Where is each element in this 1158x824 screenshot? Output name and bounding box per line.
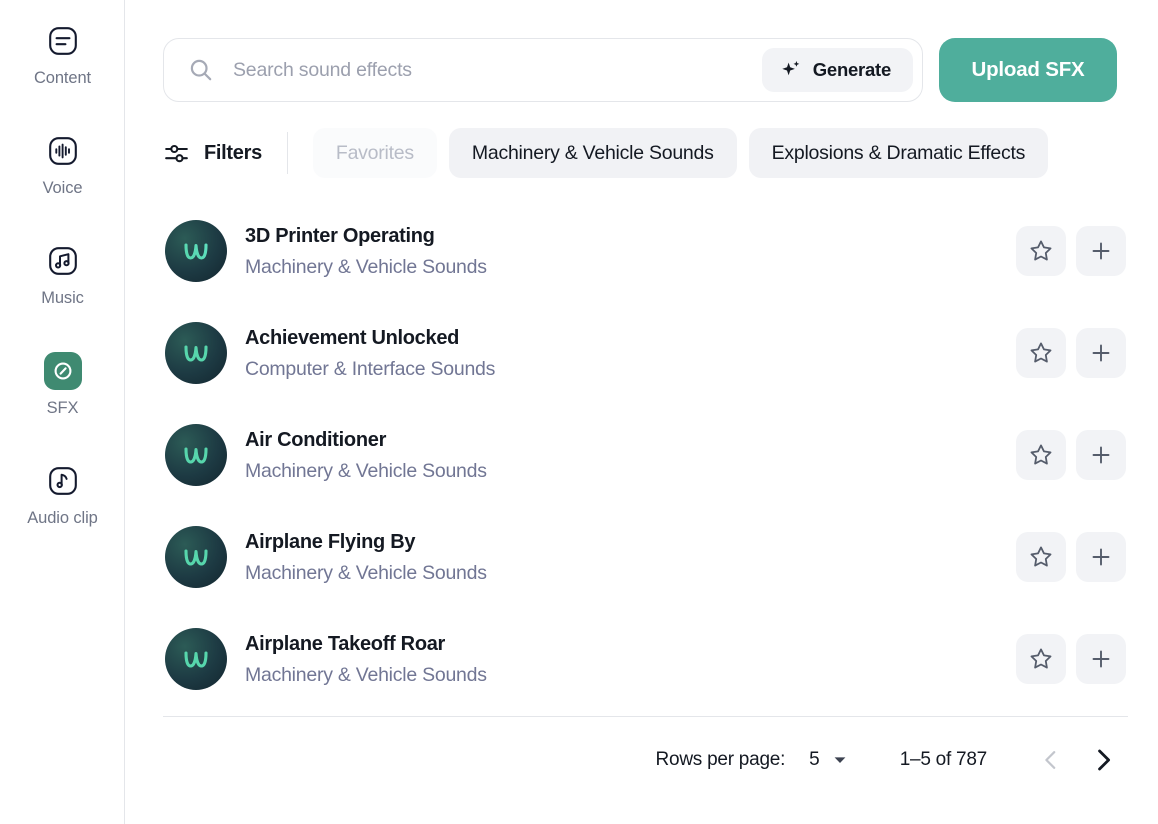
row-category: Machinery & Vehicle Sounds bbox=[245, 459, 487, 482]
generate-button-label: Generate bbox=[812, 59, 891, 80]
music-icon bbox=[44, 242, 82, 280]
search-box[interactable]: Generate bbox=[163, 38, 923, 102]
star-icon bbox=[1028, 238, 1054, 264]
generate-button[interactable]: Generate bbox=[761, 48, 913, 92]
next-page-button[interactable] bbox=[1081, 738, 1125, 782]
filters-button[interactable]: Filters bbox=[163, 126, 287, 180]
row-actions bbox=[1016, 430, 1126, 480]
table-row[interactable]: Air Conditioner Machinery & Vehicle Soun… bbox=[163, 404, 1128, 506]
chevron-left-icon bbox=[1038, 747, 1064, 773]
star-icon bbox=[1028, 340, 1054, 366]
pagination: Rows per page: 5 1–5 of 787 bbox=[163, 717, 1128, 803]
wave-logo-icon bbox=[165, 526, 227, 588]
page-range-label: 1–5 of 787 bbox=[899, 749, 988, 770]
row-actions bbox=[1016, 532, 1126, 582]
tune-icon bbox=[163, 140, 190, 167]
content-icon bbox=[44, 22, 82, 60]
add-button[interactable] bbox=[1076, 634, 1126, 684]
rows-per-page-value: 5 bbox=[809, 749, 820, 770]
row-actions bbox=[1016, 328, 1126, 378]
star-icon bbox=[1028, 544, 1054, 570]
filters-label: Filters bbox=[204, 141, 262, 164]
star-icon bbox=[1028, 442, 1054, 468]
plus-icon bbox=[1088, 442, 1114, 468]
star-icon bbox=[1028, 646, 1054, 672]
row-actions bbox=[1016, 634, 1126, 684]
sidebar-item-label: Audio clip bbox=[27, 509, 98, 527]
wave-logo-icon bbox=[165, 220, 227, 282]
row-title: 3D Printer Operating bbox=[245, 224, 435, 247]
row-title: Air Conditioner bbox=[245, 428, 387, 451]
sidebar-item-voice[interactable]: Voice bbox=[0, 132, 125, 242]
plus-icon bbox=[1088, 646, 1114, 672]
audio-clip-icon bbox=[44, 462, 82, 500]
table-row[interactable]: Airplane Takeoff Roar Machinery & Vehicl… bbox=[163, 608, 1128, 710]
sidebar-item-audio-clip[interactable]: Audio clip bbox=[0, 462, 125, 572]
filters-divider bbox=[286, 132, 288, 174]
chevron-down-icon bbox=[832, 752, 848, 768]
sfx-list: 3D Printer Operating Machinery & Vehicle… bbox=[163, 200, 1128, 710]
sidebar-item-label: Music bbox=[41, 289, 84, 307]
plus-icon bbox=[1088, 340, 1114, 366]
sidebar-item-music[interactable]: Music bbox=[0, 242, 125, 352]
plus-icon bbox=[1088, 544, 1114, 570]
row-title: Airplane Flying By bbox=[245, 530, 416, 553]
filter-chip-explosions-dramatic-effects[interactable]: Explosions & Dramatic Effects bbox=[748, 128, 1049, 178]
add-button[interactable] bbox=[1076, 226, 1126, 276]
sparkle-icon bbox=[780, 59, 802, 81]
main-content: Generate Upload SFX Filters Favorites Ma… bbox=[125, 0, 1158, 824]
sidebar-item-content[interactable]: Content bbox=[0, 22, 125, 132]
filter-chip-machinery-vehicle-sounds[interactable]: Machinery & Vehicle Sounds bbox=[448, 128, 737, 178]
table-row[interactable]: Airplane Flying By Machinery & Vehicle S… bbox=[163, 506, 1128, 608]
sidebar-item-label: Content bbox=[33, 69, 92, 87]
add-button[interactable] bbox=[1076, 328, 1126, 378]
row-category: Machinery & Vehicle Sounds bbox=[245, 561, 487, 584]
add-button[interactable] bbox=[1076, 532, 1126, 582]
chevron-right-icon bbox=[1089, 746, 1117, 774]
upload-sfx-button[interactable]: Upload SFX bbox=[939, 38, 1117, 102]
favorite-button[interactable] bbox=[1016, 634, 1066, 684]
sidebar: Content Voice Music SFX Audio clip bbox=[0, 0, 125, 824]
row-text: Air Conditioner Machinery & Vehicle Soun… bbox=[245, 427, 1016, 484]
row-text: Airplane Takeoff Roar Machinery & Vehicl… bbox=[245, 631, 1016, 688]
table-row[interactable]: Achievement Unlocked Computer & Interfac… bbox=[163, 302, 1128, 404]
favorite-button[interactable] bbox=[1016, 430, 1066, 480]
row-category: Machinery & Vehicle Sounds bbox=[245, 663, 487, 686]
row-title: Airplane Takeoff Roar bbox=[245, 632, 446, 655]
wave-logo-icon bbox=[165, 424, 227, 486]
favorite-button[interactable] bbox=[1016, 226, 1066, 276]
sidebar-item-label: Voice bbox=[42, 179, 83, 197]
favorite-button[interactable] bbox=[1016, 532, 1066, 582]
row-text: Airplane Flying By Machinery & Vehicle S… bbox=[245, 529, 1016, 586]
filter-chip-favorites[interactable]: Favorites bbox=[312, 128, 437, 178]
row-text: 3D Printer Operating Machinery & Vehicle… bbox=[245, 223, 1016, 280]
search-icon bbox=[188, 57, 214, 83]
rows-per-page-select[interactable]: 5 bbox=[809, 749, 848, 771]
sidebar-item-sfx[interactable]: SFX bbox=[0, 352, 125, 462]
wave-logo-icon bbox=[165, 628, 227, 690]
row-actions bbox=[1016, 226, 1126, 276]
favorite-button[interactable] bbox=[1016, 328, 1066, 378]
add-button[interactable] bbox=[1076, 430, 1126, 480]
filter-row: Filters Favorites Machinery & Vehicle So… bbox=[163, 126, 1128, 180]
row-title: Achievement Unlocked bbox=[245, 326, 460, 349]
rows-per-page-label: Rows per page: bbox=[655, 749, 786, 770]
row-category: Machinery & Vehicle Sounds bbox=[245, 255, 487, 278]
table-row[interactable]: 3D Printer Operating Machinery & Vehicle… bbox=[163, 200, 1128, 302]
plus-icon bbox=[1088, 238, 1114, 264]
row-text: Achievement Unlocked Computer & Interfac… bbox=[245, 325, 1016, 382]
wave-logo-icon bbox=[165, 322, 227, 384]
sidebar-item-label: SFX bbox=[46, 399, 79, 417]
row-category: Computer & Interface Sounds bbox=[245, 357, 496, 380]
search-input[interactable] bbox=[233, 50, 762, 90]
voice-icon bbox=[44, 132, 82, 170]
prev-page-button[interactable] bbox=[1029, 738, 1073, 782]
search-row: Generate Upload SFX bbox=[163, 38, 1128, 102]
sfx-icon bbox=[43, 352, 82, 390]
